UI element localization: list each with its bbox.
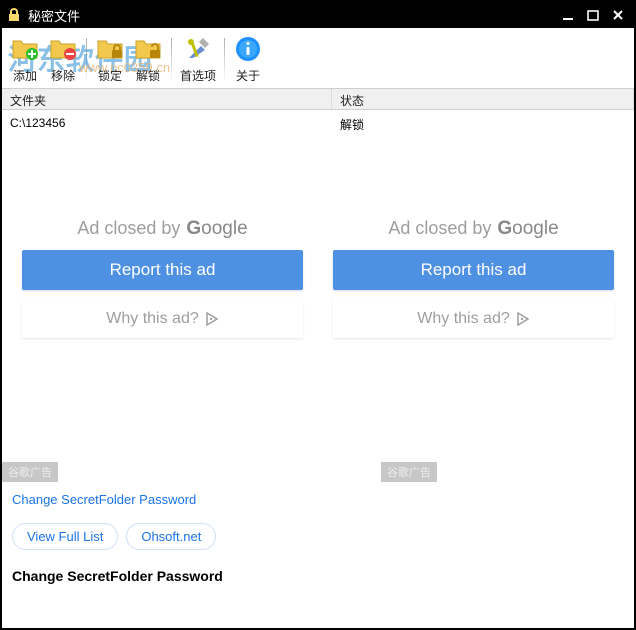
table-row[interactable]: C:\123456 解锁 [2, 110, 634, 139]
folder-plus-icon [10, 34, 40, 64]
adchoices-icon [205, 312, 219, 326]
col-folder-header[interactable]: 文件夹 [2, 89, 332, 109]
prefs-label: 首选项 [180, 67, 216, 84]
google-ad-label: 谷歌广告 [381, 462, 437, 482]
report-ad-button[interactable]: Report this ad [333, 250, 614, 290]
col-status-header[interactable]: 状态 [332, 89, 634, 109]
tools-icon [183, 34, 213, 64]
change-password-heading: Change SecretFolder Password [12, 562, 624, 590]
ad-closed-text: Ad closed by Google [77, 218, 247, 240]
remove-button[interactable]: 移除 [44, 30, 82, 88]
toolbar-separator [86, 38, 87, 80]
window-title: 秘密文件 [28, 6, 555, 25]
lock-label: 锁定 [98, 67, 122, 84]
cell-status: 解锁 [332, 114, 634, 135]
toolbar: 河东软件园 www.pc0359.cn 添加 移除 锁定 解锁 首选项 [2, 28, 634, 88]
add-button[interactable]: 添加 [6, 30, 44, 88]
add-label: 添加 [13, 67, 37, 84]
folder-minus-icon [48, 34, 78, 64]
titlebar: 秘密文件 [2, 2, 634, 28]
prefs-button[interactable]: 首选项 [176, 30, 220, 88]
info-icon [233, 34, 263, 64]
ad-closed-text: Ad closed by Google [388, 218, 558, 240]
google-logo-text: Google [186, 218, 247, 240]
google-ad-labels-row: 谷歌广告 谷歌广告 [2, 462, 634, 482]
ads-row: Ad closed by Google Report this ad Why t… [2, 210, 634, 344]
toolbar-separator [171, 38, 172, 80]
maximize-button[interactable] [581, 5, 605, 25]
change-password-link[interactable]: Change SecretFolder Password [12, 488, 624, 517]
folder-lock-icon [95, 34, 125, 64]
lock-button[interactable]: 锁定 [91, 30, 129, 88]
about-label: 关于 [236, 67, 260, 84]
view-full-list-button[interactable]: View Full List [12, 523, 118, 550]
minimize-button[interactable] [556, 5, 580, 25]
folder-unlock-icon [133, 34, 163, 64]
table-header: 文件夹 状态 [2, 88, 634, 110]
cell-folder: C:\123456 [2, 114, 332, 135]
why-ad-button[interactable]: Why this ad? [333, 300, 614, 338]
bottom-area: Change SecretFolder Password View Full L… [2, 482, 634, 596]
adchoices-icon [516, 312, 530, 326]
toolbar-separator [224, 38, 225, 80]
report-ad-button[interactable]: Report this ad [22, 250, 303, 290]
ad-blank-space [2, 344, 634, 462]
lock-icon [6, 7, 22, 23]
remove-label: 移除 [51, 67, 75, 84]
why-ad-button[interactable]: Why this ad? [22, 300, 303, 338]
about-button[interactable]: 关于 [229, 30, 267, 88]
table-body[interactable]: C:\123456 解锁 [2, 110, 634, 210]
ohsoft-link[interactable]: Ohsoft.net [126, 523, 216, 550]
unlock-label: 解锁 [136, 67, 160, 84]
google-ad-label: 谷歌广告 [2, 462, 58, 482]
close-button[interactable] [606, 5, 630, 25]
google-logo-text: Google [497, 218, 558, 240]
ad-card-left: Ad closed by Google Report this ad Why t… [22, 218, 303, 338]
unlock-button[interactable]: 解锁 [129, 30, 167, 88]
ad-card-right: Ad closed by Google Report this ad Why t… [333, 218, 614, 338]
